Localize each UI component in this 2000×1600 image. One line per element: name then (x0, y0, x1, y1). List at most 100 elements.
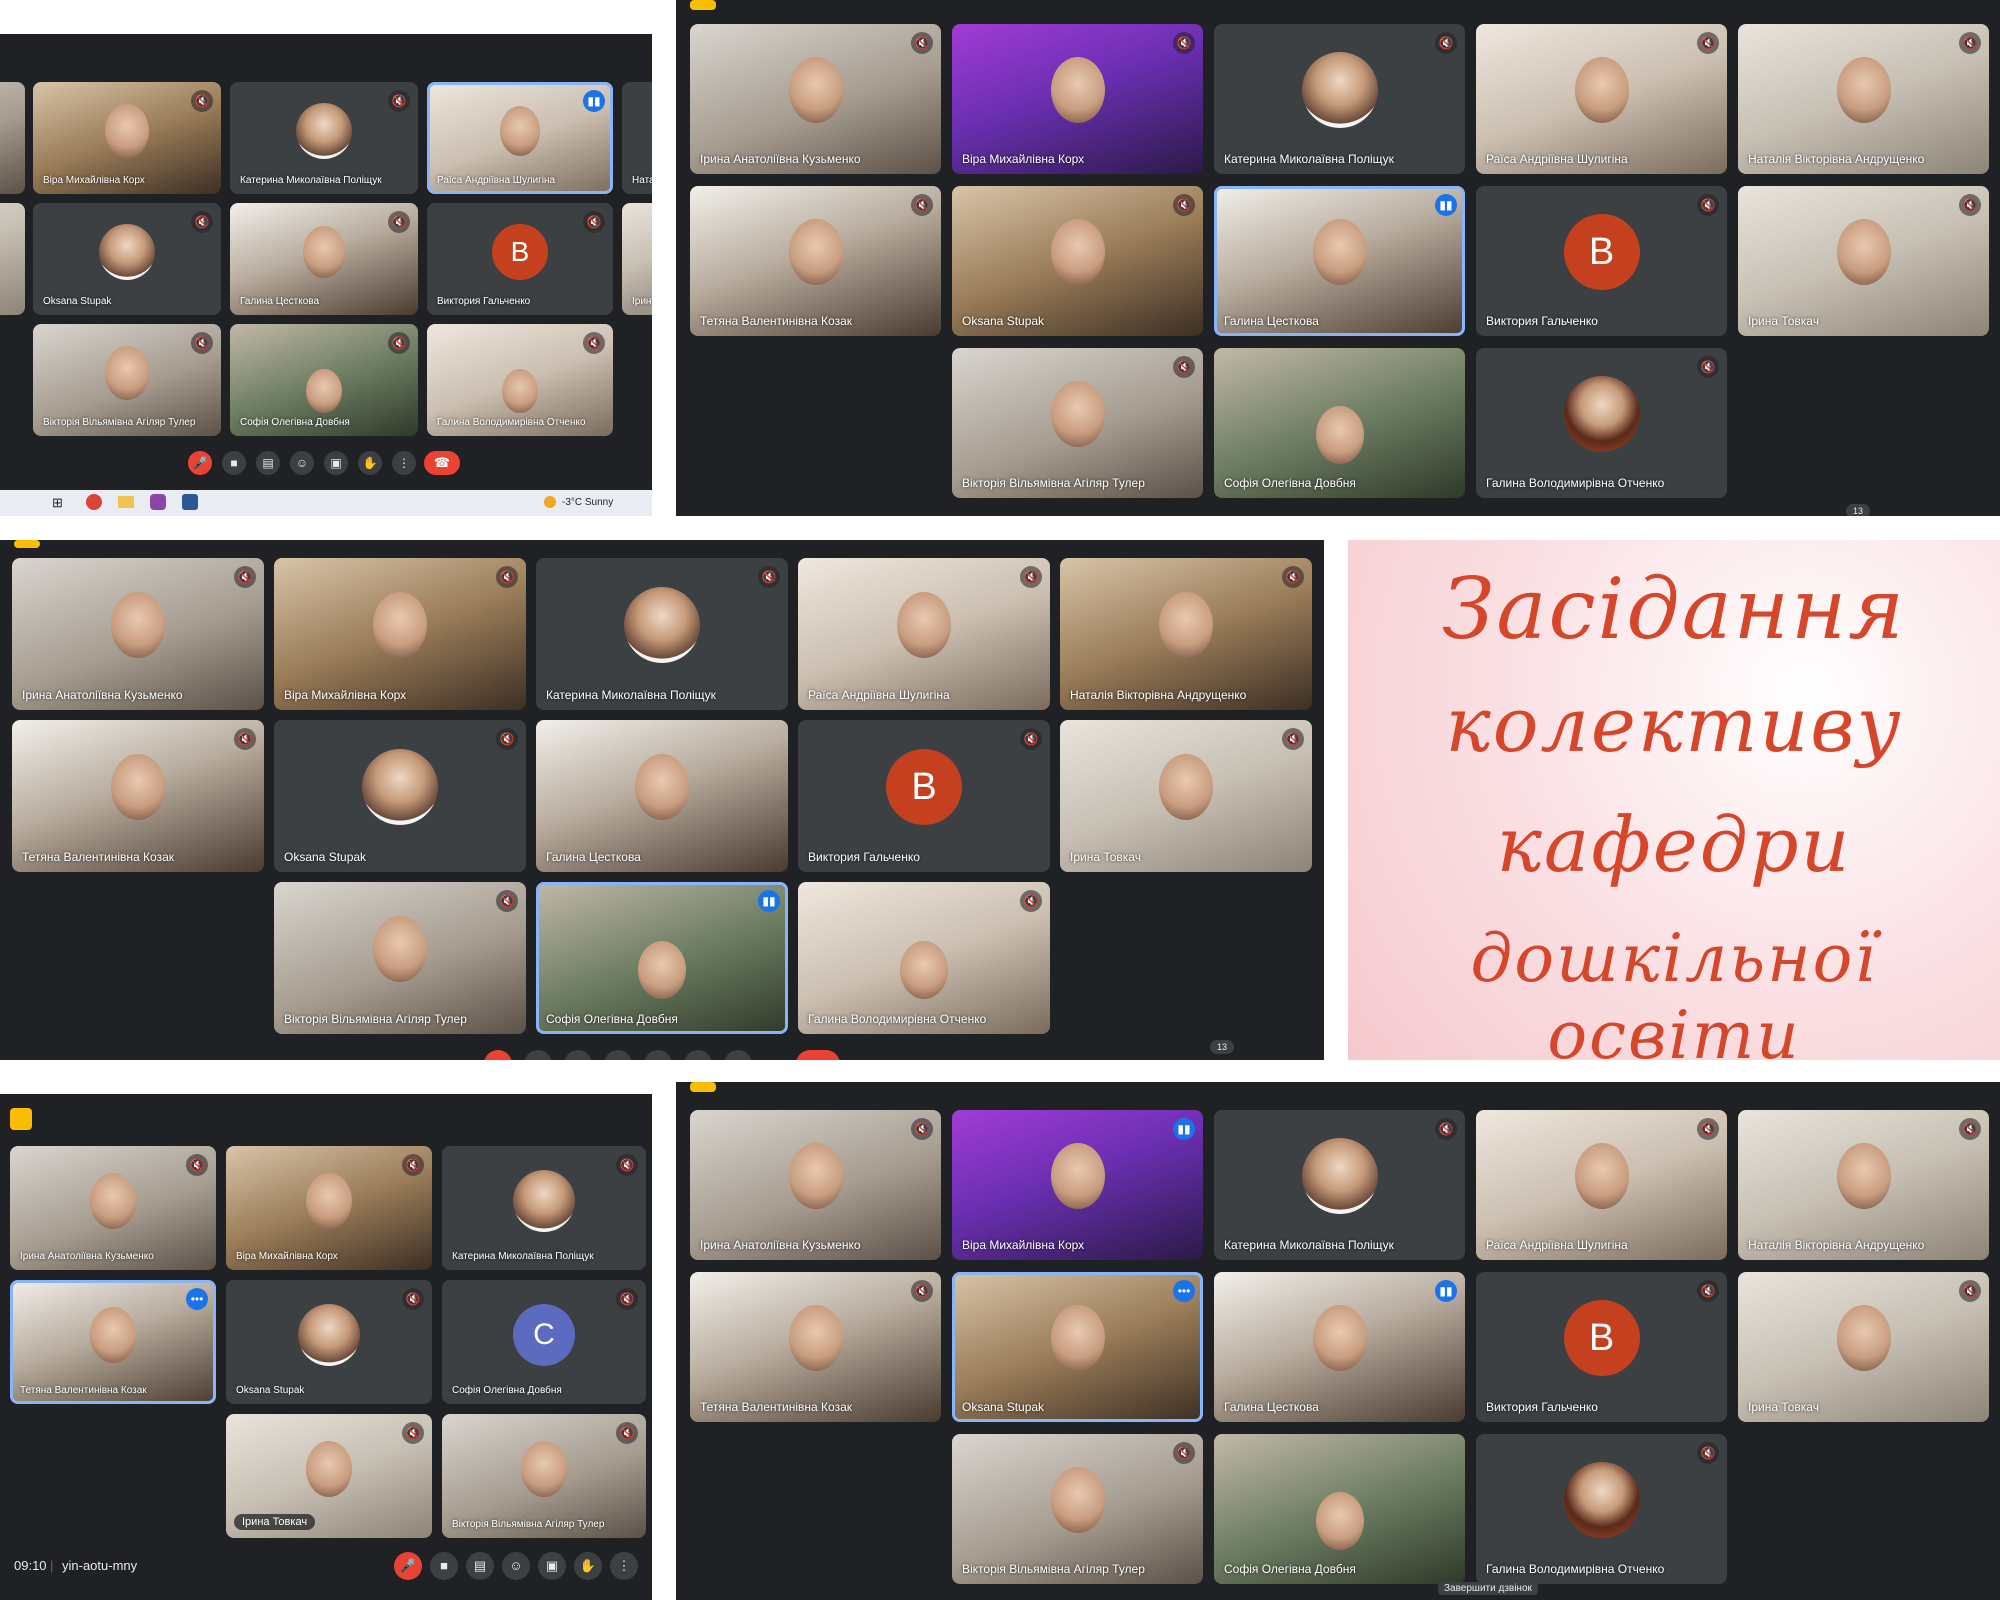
word-icon[interactable] (182, 494, 198, 510)
participant-tile[interactable]: 🔇 Галина Цесткова (230, 203, 418, 315)
participant-tile[interactable]: 🔇 Наталія Вікторівна Андрущенко (1738, 24, 1989, 174)
folder-icon[interactable] (118, 496, 134, 508)
participant-tile-active-speaker[interactable]: ••• Oksana Stupak (952, 1272, 1203, 1422)
present-button[interactable]: ▣ (538, 1552, 566, 1580)
participant-tile-partial[interactable] (0, 82, 25, 194)
participant-tile[interactable]: В 🔇 Виктория Гальченко (1476, 186, 1727, 336)
participant-tile-partial[interactable]: Ірин (622, 203, 652, 315)
camera-toggle-button[interactable]: ■ (222, 451, 246, 475)
more-options-button[interactable]: ⋮ (610, 1552, 638, 1580)
participant-tile[interactable]: 🔇 Раїса Андріївна Шулигіна (798, 558, 1050, 710)
more-dots-icon[interactable]: ••• (1173, 1280, 1195, 1302)
app-icon[interactable] (150, 494, 166, 510)
participant-tile[interactable]: 🔇 Віра Михайлівна Корх (952, 24, 1203, 174)
participant-tile[interactable]: 🔇 Катерина Миколаївна Поліщук (442, 1146, 646, 1270)
participant-name-chip[interactable]: Ірина Товкач (234, 1514, 316, 1530)
participant-tile[interactable]: 🔇 Ірина Товкач (1060, 720, 1312, 872)
participant-name: Ірина Товкач (1748, 314, 1819, 328)
captions-button[interactable]: ▤ (256, 451, 280, 475)
participant-tile[interactable]: Софія Олегівна Довбня (1214, 348, 1465, 498)
participant-name: Софія Олегівна Довбня (452, 1385, 562, 1396)
participant-tile[interactable]: C 🔇 Софія Олегівна Довбня (442, 1280, 646, 1404)
participant-tile[interactable]: 🔇 Ірина Анатоліївна Кузьменко (12, 558, 264, 710)
participant-tile[interactable]: 🔇 Віра Михайлівна Корх (274, 558, 526, 710)
participant-tile[interactable]: 🔇 Oksana Stupak (33, 203, 221, 315)
more-dots-icon[interactable]: ••• (186, 1288, 208, 1310)
participant-tile[interactable]: 🔇 Вікторія Вільямівна Агіляр Тулер (442, 1414, 646, 1538)
participant-tile[interactable]: 🔇 Ірина Анатоліївна Кузьменко (690, 24, 941, 174)
participant-tile-partial[interactable]: Ната (622, 82, 652, 194)
participant-tile[interactable]: 🔇 Катерина Миколаївна Поліщук (230, 82, 418, 194)
more-options-button[interactable]: ⋮ (392, 451, 416, 475)
participant-tile[interactable]: 🔇 Тетяна Валентинівна Козак (690, 1272, 941, 1422)
participant-tile[interactable]: 🔇 Галина Володимирівна Отченко (798, 882, 1050, 1034)
participant-tile[interactable]: В 🔇 Виктория Гальченко (798, 720, 1050, 872)
participant-tile[interactable]: 🔇 Oksana Stupak (274, 720, 526, 872)
participant-tile[interactable]: 🔇 Тетяна Валентинівна Козак (690, 186, 941, 336)
present-button[interactable]: ▣ (324, 451, 348, 475)
participant-tile[interactable]: ▮▮ Галина Цесткова (1214, 1272, 1465, 1422)
participant-tile-active-speaker[interactable]: ••• Тетяна Валентинівна Козак (10, 1280, 216, 1404)
captions-button[interactable]: ▤ (466, 1552, 494, 1580)
participant-tile[interactable]: 🔇 Ірина Товкач (1738, 186, 1989, 336)
mic-toggle-button[interactable] (484, 1050, 512, 1060)
participant-tile[interactable]: 🔇 Ірина Товкач (1738, 1272, 1989, 1422)
emoji-button[interactable] (604, 1050, 632, 1060)
participant-tile[interactable]: 🔇 Раїса Андріївна Шулигіна (1476, 24, 1727, 174)
participant-tile[interactable]: 🔇 Катерина Миколаївна Поліщук (1214, 1110, 1465, 1260)
participant-tile[interactable]: 🔇 Софія Олегівна Довбня (230, 324, 418, 436)
participant-tile-partial[interactable] (0, 203, 25, 315)
participant-tile[interactable]: 🔇 Вікторія Вільямівна Агіляр Тулер (952, 1434, 1203, 1584)
participant-tile[interactable]: Галина Цесткова (536, 720, 788, 872)
raise-hand-button[interactable]: ✋ (358, 451, 382, 475)
mic-toggle-button[interactable]: 🎤 (188, 451, 212, 475)
participant-tile[interactable]: 🔇 Наталія Вікторівна Андрущенко (1060, 558, 1312, 710)
participant-tile[interactable]: 🔇 Наталія Вікторівна Андрущенко (1738, 1110, 1989, 1260)
raise-hand-button[interactable]: ✋ (574, 1552, 602, 1580)
participant-tile[interactable]: 🔇 Oksana Stupak (226, 1280, 432, 1404)
participant-tile[interactable]: В 🔇 Виктория Гальченко (427, 203, 613, 315)
participant-tile[interactable]: 🔇 Галина Володимирівна Отченко (1476, 1434, 1727, 1584)
captions-button[interactable] (564, 1050, 592, 1060)
camera-toggle-button[interactable]: ■ (430, 1552, 458, 1580)
participant-name: Тетяна Валентинівна Козак (700, 1400, 852, 1414)
start-icon[interactable]: ⊞ (52, 495, 63, 511)
participant-tile[interactable]: 🔇 Катерина Миколаївна Поліщук (536, 558, 788, 710)
participant-tile[interactable]: 🔇 Вікторія Вільямівна Агіляр Тулер (274, 882, 526, 1034)
participant-tile[interactable]: ▮▮ Віра Михайлівна Корх (952, 1110, 1203, 1260)
browser-icon[interactable] (86, 494, 102, 510)
participant-tile-active-speaker[interactable]: ▮▮ Софія Олегівна Довбня (536, 882, 788, 1034)
participant-tile-active-speaker[interactable]: ▮▮ Галина Цесткова (1214, 186, 1465, 336)
end-call-button[interactable]: ☎ (424, 451, 460, 475)
participant-tile[interactable]: В 🔇 Виктория Гальченко (1476, 1272, 1727, 1422)
participant-tile[interactable]: 🔇 Тетяна Валентинівна Козак (12, 720, 264, 872)
participant-tile[interactable]: 🔇 Вікторія Вільямівна Агіляр Тулер (33, 324, 221, 436)
participant-tile[interactable]: Софія Олегівна Довбня (1214, 1434, 1465, 1584)
end-call-tooltip: Завершити дзвінок (1438, 1582, 1538, 1595)
participant-tile[interactable]: 🔇 Катерина Миколаївна Поліщук (1214, 24, 1465, 174)
meeting-code: yin-aotu-mny (62, 1558, 138, 1573)
participant-tile[interactable]: 🔇 Вікторія Вільямівна Агіляр Тулер (952, 348, 1203, 498)
participant-count-badge[interactable]: 13 (1210, 1040, 1234, 1054)
participant-count-badge[interactable]: 13 (1846, 504, 1870, 516)
participant-tile[interactable]: 🔇 Ірина Анатоліївна Кузьменко (690, 1110, 941, 1260)
participant-tile[interactable]: 🔇 Oksana Stupak (952, 186, 1203, 336)
participant-tile[interactable]: 🔇 Галина Володимирівна Отченко (1476, 348, 1727, 498)
more-options-button[interactable] (724, 1050, 752, 1060)
present-button[interactable] (644, 1050, 672, 1060)
participant-tile[interactable]: 🔇 Ірина Товкач (226, 1414, 432, 1538)
participant-video (306, 1440, 352, 1497)
participant-tile[interactable]: 🔇 Ірина Анатоліївна Кузьменко (10, 1146, 216, 1270)
emoji-button[interactable]: ☺ (502, 1552, 530, 1580)
participant-tile[interactable]: 🔇 Раїса Андріївна Шулигіна (1476, 1110, 1727, 1260)
mic-toggle-button[interactable]: 🎤 (394, 1552, 422, 1580)
end-call-button[interactable] (796, 1050, 840, 1060)
participant-tile[interactable]: 🔇 Віра Михайлівна Корх (33, 82, 221, 194)
emoji-button[interactable]: ☺ (290, 451, 314, 475)
raise-hand-button[interactable] (684, 1050, 712, 1060)
camera-toggle-button[interactable] (524, 1050, 552, 1060)
participant-tile[interactable]: 🔇 Віра Михайлівна Корх (226, 1146, 432, 1270)
speaking-indicator-icon: ▮▮ (1173, 1118, 1195, 1140)
participant-tile-active-speaker[interactable]: ▮▮ Раїса Андріївна Шулигіна (427, 82, 613, 194)
participant-tile[interactable]: 🔇 Галина Володимирівна Отченко (427, 324, 613, 436)
